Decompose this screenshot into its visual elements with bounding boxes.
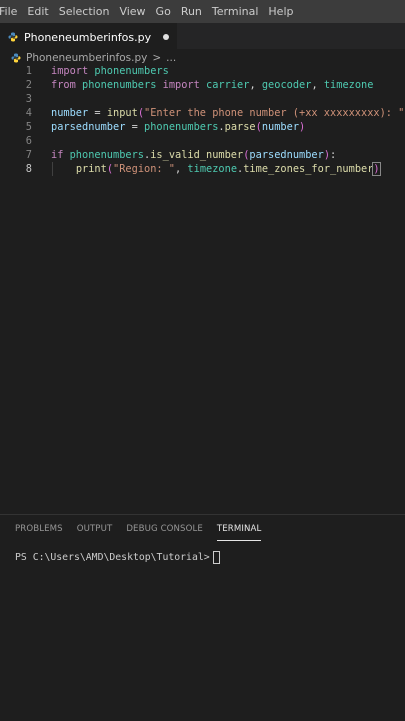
code-line[interactable]: 8 print("Region: ", timezone.time_zones_… [0, 162, 405, 176]
line-number: 5 [25, 121, 32, 133]
menu-view[interactable]: View [114, 0, 150, 23]
code-line[interactable]: 2 from phonenumbers import carrier, geoco… [0, 78, 405, 92]
code-token: ) [299, 121, 306, 133]
code-token: parsednumber [51, 121, 126, 133]
code-token: time_zones_for_number [243, 163, 374, 175]
code-token: print [75, 163, 107, 175]
code-token: : [330, 149, 337, 161]
code-token: carrier [206, 79, 250, 91]
terminal-cursor [212, 551, 220, 564]
code-line[interactable]: 3 [0, 92, 405, 106]
line-number: 1 [25, 65, 32, 77]
python-file-icon [11, 53, 21, 62]
menu-run[interactable]: Run [176, 0, 207, 23]
line-number: 4 [25, 107, 32, 119]
editor-tab-active[interactable]: Phoneneumberinfos.py [0, 23, 178, 50]
code-token: "Enter the phone number (+xx xxxxxxxxx):… [144, 107, 405, 119]
menu-file[interactable]: File [0, 0, 22, 23]
code-token: , [175, 163, 188, 175]
code-token: import [51, 65, 89, 77]
line-number: 3 [25, 93, 32, 105]
code-token: = [88, 107, 107, 119]
code-token: import [162, 79, 200, 91]
code-token: parsednumber [249, 149, 324, 161]
code-token: timezone [323, 79, 374, 91]
code-editor[interactable]: 1 import phonenumbers 2 from phonenumbers i… [0, 64, 405, 504]
code-line[interactable]: 1 import phonenumbers [0, 64, 405, 78]
line-number: 2 [25, 79, 32, 91]
line-number: 8 [25, 163, 32, 175]
line-number: 7 [25, 149, 32, 161]
panel-tab-bar: PROBLEMS OUTPUT DEBUG CONSOLE TERMINAL [0, 515, 405, 543]
code-line[interactable]: 7 if phonenumbers.is_valid_number(parsedn… [0, 148, 405, 162]
code-token: phonenumbers [94, 65, 169, 77]
editor-tab-bar: Phoneneumberinfos.py [0, 23, 405, 50]
line-number: 6 [25, 135, 32, 147]
code-token: parse [224, 121, 256, 133]
python-file-icon [8, 32, 18, 42]
breadcrumb-more[interactable]: ... [166, 52, 176, 64]
code-token: number [51, 107, 89, 119]
code-token: phonenumbers [82, 79, 157, 91]
panel-tab-debug-console[interactable]: DEBUG CONSOLE [126, 515, 203, 543]
code-token: number [261, 121, 300, 133]
panel-tab-terminal[interactable]: TERMINAL [216, 515, 262, 543]
code-text: parsednumber = phonenumbers.parse(number… [51, 120, 305, 134]
unsaved-dot-icon[interactable] [163, 34, 170, 40]
code-token: , [249, 79, 262, 91]
breadcrumb-separator: > [152, 51, 162, 64]
menu-terminal[interactable]: Terminal [207, 0, 264, 23]
code-text: from phonenumbers import carrier, geocod… [51, 78, 373, 92]
code-token: geocoder [261, 79, 312, 91]
code-text: if phonenumbers.is_valid_number(parsednu… [51, 148, 336, 162]
code-token: is_valid_number [150, 149, 244, 161]
code-token: ) [372, 162, 381, 176]
menu-go[interactable]: Go [151, 0, 176, 23]
code-line[interactable]: 5 parsednumber = phonenumbers.parse(numbe… [0, 120, 405, 134]
code-token: phonenumbers [144, 121, 219, 133]
code-token: "Region: " [113, 163, 176, 175]
breadcrumb-file[interactable]: Phoneneumberinfos.py [26, 52, 147, 64]
menu-help[interactable]: Help [263, 0, 298, 23]
bottom-panel: PROBLEMS OUTPUT DEBUG CONSOLE TERMINAL PS C… [0, 514, 405, 721]
code-text: import phonenumbers [51, 64, 169, 78]
terminal-prompt: PS C:\Users\AMD\Desktop\Tutorial> [15, 552, 210, 563]
menu-selection[interactable]: Selection [54, 0, 115, 23]
code-text: number = input("Enter the phone number (… [51, 106, 405, 120]
panel-tab-problems[interactable]: PROBLEMS [15, 515, 63, 543]
menu-edit[interactable]: Edit [22, 0, 53, 23]
code-token: , [311, 79, 324, 91]
code-line[interactable]: 6 [0, 134, 405, 148]
code-token: timezone [187, 163, 238, 175]
code-token: phonenumbers [69, 149, 145, 161]
code-token: if [51, 149, 64, 161]
code-text: print("Region: ", timezone.time_zones_fo… [51, 162, 381, 176]
menu-bar: File Edit Selection View Go Run Terminal Help [0, 0, 405, 23]
code-line[interactable]: 4 number = input("Enter the phone number … [0, 106, 405, 120]
panel-tab-output[interactable]: OUTPUT [77, 515, 113, 543]
tab-filename: Phoneneumberinfos.py [24, 30, 152, 44]
code-token: from [51, 79, 76, 91]
terminal[interactable]: PS C:\Users\AMD\Desktop\Tutorial> [0, 543, 405, 564]
code-token: input [106, 107, 138, 119]
code-token: = [125, 121, 145, 133]
